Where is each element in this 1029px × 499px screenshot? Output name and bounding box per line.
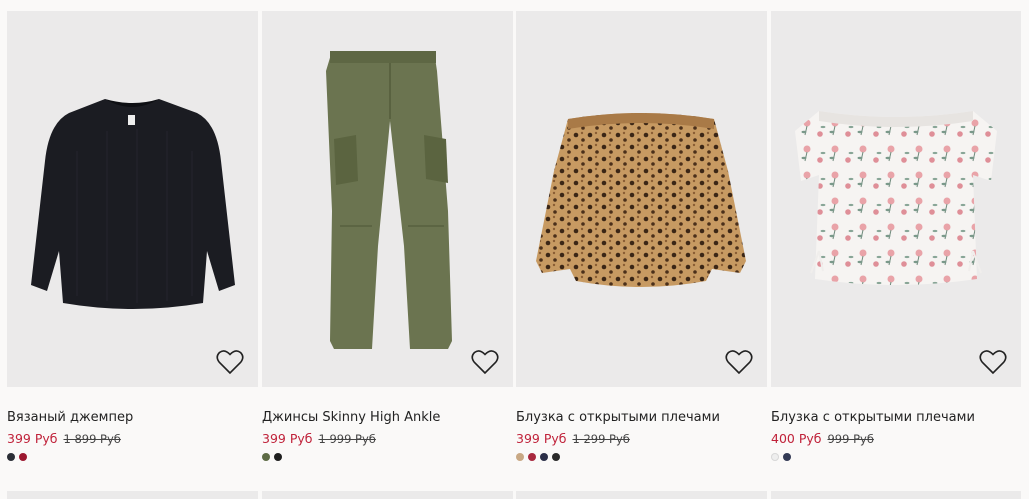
floral-off-shoulder-blouse-image	[795, 111, 997, 285]
product-title[interactable]: Блузка с открытыми плечами	[516, 410, 767, 426]
product-prices: 400 Руб 999 Руб	[771, 431, 1021, 447]
product-card[interactable]: Блузка с открытыми плечами 400 Руб 999 Ру…	[771, 11, 1021, 461]
product-image[interactable]	[516, 11, 767, 387]
product-title[interactable]: Джинсы Skinny High Ankle	[262, 410, 513, 426]
old-price: 1 899 Руб	[63, 432, 121, 446]
color-swatches	[262, 453, 513, 461]
product-title[interactable]: Блузка с открытыми плечами	[771, 410, 1021, 426]
product-prices: 399 Руб 1 899 Руб	[7, 431, 258, 447]
sale-price: 400 Руб	[771, 431, 822, 446]
product-image[interactable]	[262, 11, 513, 387]
product-title[interactable]: Вязаный джемпер	[7, 410, 258, 426]
next-row-image[interactable]	[771, 491, 1021, 499]
khaki-cargo-jeans-image	[326, 51, 452, 349]
old-price: 999 Руб	[827, 432, 874, 446]
product-prices: 399 Руб 1 299 Руб	[516, 431, 767, 447]
old-price: 1 999 Руб	[318, 432, 376, 446]
color-swatches	[7, 453, 258, 461]
black-knit-sweater-image	[31, 99, 235, 309]
color-swatch[interactable]	[552, 453, 560, 461]
next-row-image[interactable]	[262, 491, 513, 499]
next-row-image[interactable]	[7, 491, 258, 499]
heart-outline-icon[interactable]	[471, 349, 499, 375]
product-grid: Вязаный джемпер 399 Руб 1 899 Руб Джинсы…	[0, 0, 1029, 499]
heart-outline-icon[interactable]	[979, 349, 1007, 375]
next-row-image[interactable]	[516, 491, 767, 499]
color-swatch[interactable]	[540, 453, 548, 461]
sale-price: 399 Руб	[262, 431, 313, 446]
color-swatch[interactable]	[7, 453, 15, 461]
old-price: 1 299 Руб	[572, 432, 630, 446]
color-swatch[interactable]	[516, 453, 524, 461]
color-swatch[interactable]	[783, 453, 791, 461]
color-swatches	[771, 453, 1021, 461]
heart-outline-icon[interactable]	[725, 349, 753, 375]
sale-price: 399 Руб	[7, 431, 58, 446]
product-card[interactable]: Джинсы Skinny High Ankle 399 Руб 1 999 Ру…	[262, 11, 513, 461]
color-swatch[interactable]	[19, 453, 27, 461]
product-card[interactable]: Вязаный джемпер 399 Руб 1 899 Руб	[7, 11, 258, 461]
product-image[interactable]	[7, 11, 258, 387]
product-card[interactable]: Блузка с открытыми плечами 399 Руб 1 299 …	[516, 11, 767, 461]
color-swatches	[516, 453, 767, 461]
product-image[interactable]	[771, 11, 1021, 387]
color-swatch[interactable]	[528, 453, 536, 461]
heart-outline-icon[interactable]	[216, 349, 244, 375]
product-prices: 399 Руб 1 999 Руб	[262, 431, 513, 447]
leopard-off-shoulder-blouse-image	[536, 113, 746, 287]
sale-price: 399 Руб	[516, 431, 567, 446]
color-swatch[interactable]	[274, 453, 282, 461]
color-swatch[interactable]	[771, 453, 779, 461]
color-swatch[interactable]	[262, 453, 270, 461]
